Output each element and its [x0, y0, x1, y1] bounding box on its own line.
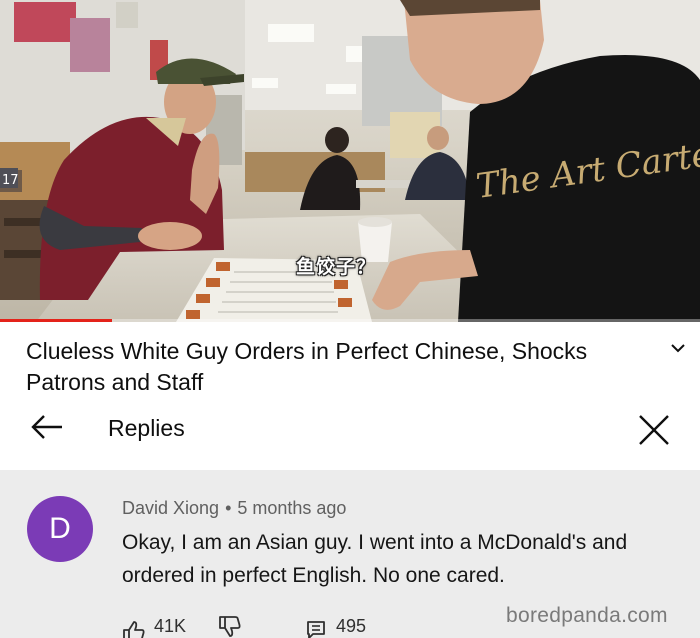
replies-panel: Clueless White Guy Orders in Perfect Chi… — [0, 322, 700, 470]
comment-item: D David Xiong • 5 months ago Okay, I am an… — [0, 470, 700, 638]
reply-count: 495 — [336, 616, 367, 636]
comment-author[interactable]: David Xiong — [122, 498, 219, 518]
comment-icon[interactable] — [306, 620, 326, 638]
comment-text: Okay, I am an Asian guy. I went into a M… — [122, 531, 628, 587]
like-count: 41K — [154, 616, 187, 636]
video-player[interactable]: The Art Cartel 17 鱼饺子？ — [0, 0, 700, 322]
close-icon[interactable] — [636, 412, 672, 448]
chevron-down-icon[interactable] — [668, 340, 688, 356]
meta-separator: • — [225, 498, 232, 518]
video-caption: 鱼饺子？ — [296, 256, 377, 278]
thumbs-up-icon[interactable] — [122, 620, 146, 638]
avatar[interactable]: D — [27, 496, 93, 562]
comment-meta: David Xiong • 5 months ago — [122, 498, 346, 519]
source-watermark: boredpanda.com — [506, 604, 668, 627]
video-title: Clueless White Guy Orders in Perfect Chi… — [26, 338, 588, 395]
arrow-left-icon[interactable] — [30, 414, 64, 440]
thumbs-down-icon[interactable] — [218, 616, 242, 638]
replies-heading: Replies — [108, 415, 185, 441]
comment-time: 5 months ago — [237, 498, 347, 518]
wall-number: 17 — [2, 173, 19, 188]
